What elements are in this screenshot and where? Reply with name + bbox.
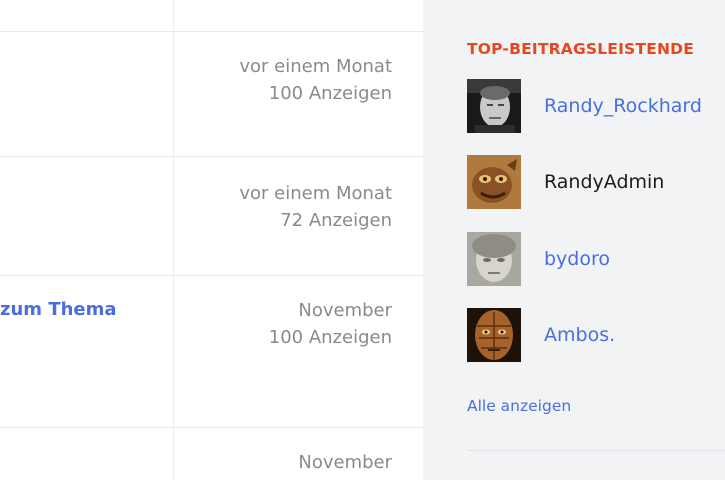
topic-views: 100 Anzeigen [268, 327, 392, 348]
topic-last-activity: November [298, 452, 392, 473]
show-all-link[interactable]: Alle anzeigen [467, 397, 571, 415]
contributor-item[interactable]: bydoro [467, 232, 717, 286]
avatar[interactable] [467, 308, 521, 362]
topic-views: 72 Anzeigen [280, 210, 392, 231]
top-contributors-sidebar: TOP-BEITRAGSLEISTENDE Randy_Rockhard Ran… [423, 0, 725, 480]
topic-row-meta: November [298, 449, 392, 476]
column-divider [173, 0, 174, 480]
topic-row-meta: vor einem Monat 72 Anzeigen [239, 180, 392, 234]
row-divider [0, 31, 423, 32]
topic-last-activity: vor einem Monat [239, 183, 392, 204]
contributor-name-link[interactable]: Ambos. [544, 324, 615, 346]
avatar[interactable] [467, 79, 521, 133]
row-divider [0, 275, 423, 276]
row-divider [0, 156, 423, 157]
contributor-name-link[interactable]: RandyAdmin [544, 171, 664, 193]
topic-list: vor einem Monat 100 Anzeigen vor einem M… [0, 0, 423, 480]
topic-last-activity: vor einem Monat [239, 56, 392, 77]
contributor-name-link[interactable]: bydoro [544, 248, 610, 270]
row-divider [0, 427, 423, 428]
contributor-item[interactable]: Randy_Rockhard [467, 79, 717, 133]
topic-views: 100 Anzeigen [268, 83, 392, 104]
top-contributors-heading: TOP-BEITRAGSLEISTENDE [467, 40, 695, 58]
contributor-name-link[interactable]: Randy_Rockhard [544, 95, 702, 117]
topic-title-link[interactable]: zum Thema [0, 296, 117, 323]
topic-last-activity: November [298, 300, 392, 321]
avatar[interactable] [467, 155, 521, 209]
contributor-item[interactable]: RandyAdmin [467, 155, 717, 209]
sidebar-divider [467, 450, 725, 451]
topic-row-meta: November 100 Anzeigen [269, 297, 392, 351]
topic-row-meta: vor einem Monat 100 Anzeigen [239, 53, 392, 107]
contributor-item[interactable]: Ambos. [467, 308, 717, 362]
avatar[interactable] [467, 232, 521, 286]
